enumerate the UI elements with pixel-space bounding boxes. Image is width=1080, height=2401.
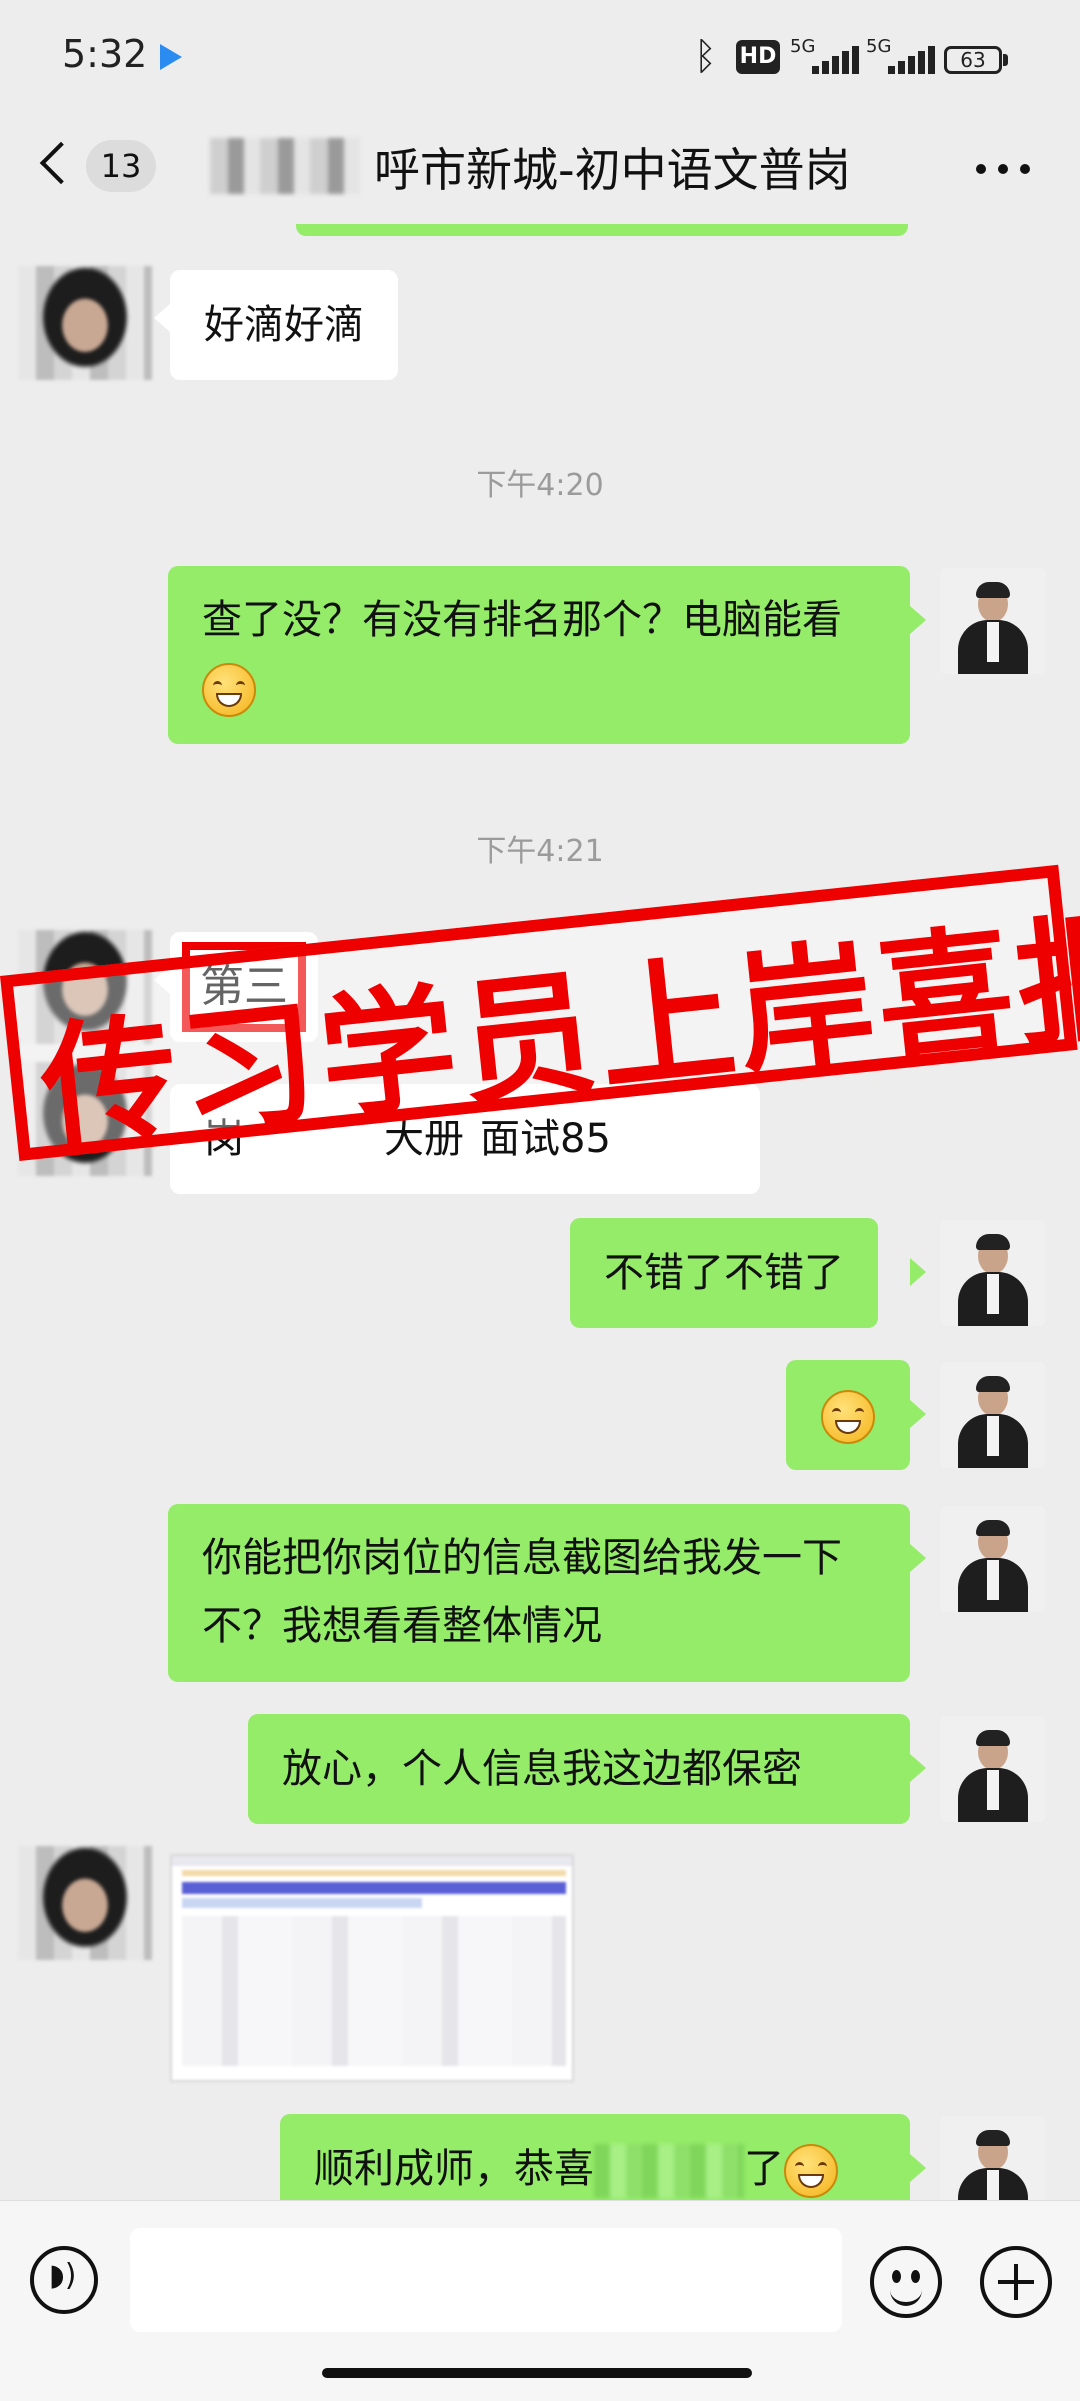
message-bubble-sent[interactable] (786, 1360, 910, 1470)
bubble-tail (910, 1258, 926, 1286)
hd-voice-icon: HD (736, 40, 780, 74)
chat-title: 呼市新城-初中语文普岗 (374, 143, 851, 197)
contact-avatar[interactable] (18, 266, 152, 380)
contact-avatar[interactable] (18, 1846, 152, 1960)
blurred-contact-name (210, 138, 360, 194)
message-input[interactable] (130, 2228, 842, 2332)
status-bar: 5:32 ᛒ HD 5G 5G 63 (0, 0, 1080, 120)
play-store-icon (160, 44, 182, 70)
bubble-tail (910, 606, 926, 634)
timestamp: 下午4:20 (476, 468, 604, 503)
message-text: 查了没？有没有排名那个？电脑能看 (202, 597, 842, 643)
message-bubble-received[interactable]: 好滴好滴 (170, 270, 398, 380)
grin-emoji-icon (784, 2144, 838, 2198)
voice-icon[interactable] (30, 2246, 98, 2314)
self-avatar[interactable] (940, 1220, 1046, 1326)
message-bubble-sent[interactable]: 你能把你岗位的信息截图给我发一下不？我想看看整体情况 (168, 1504, 910, 1682)
message-text: 顺利成师，恭喜 (314, 2146, 594, 2192)
bubble-tail (154, 304, 170, 332)
battery-icon: 63 (944, 46, 1002, 74)
grin-emoji-icon (202, 663, 256, 717)
bluetooth-icon: ᛒ (694, 34, 717, 78)
message-bubble-sent[interactable]: 不错了不错了 (570, 1218, 878, 1328)
bubble-tail (910, 1544, 926, 1572)
message-bubble-sent[interactable]: 放心，个人信息我这边都保密 (248, 1714, 910, 1824)
bubble-tail (910, 1754, 926, 1782)
signal-icon (808, 46, 864, 74)
self-avatar[interactable] (940, 1362, 1046, 1468)
battery-tip (1003, 54, 1008, 66)
grin-emoji-icon (821, 1390, 875, 1444)
self-avatar[interactable] (940, 1716, 1046, 1822)
back-chevron-icon[interactable] (39, 141, 83, 185)
more-icon[interactable] (976, 164, 1032, 176)
bubble-tail (910, 1400, 926, 1428)
message-text: 了 (744, 2146, 784, 2192)
self-avatar[interactable] (940, 1506, 1046, 1612)
status-time: 5:32 (62, 32, 148, 76)
unread-count-badge[interactable]: 13 (86, 140, 156, 192)
plus-icon[interactable] (980, 2246, 1052, 2318)
message-bubble-sent[interactable]: 查了没？有没有排名那个？电脑能看 (168, 566, 910, 744)
self-avatar[interactable] (940, 568, 1046, 674)
home-indicator[interactable] (322, 2368, 752, 2378)
promo-stamp: 传习学员上岸喜报 (0, 853, 1080, 1170)
blurred-name (594, 2144, 744, 2198)
bubble-tail (910, 2154, 926, 2182)
timestamp: 下午4:21 (476, 834, 604, 869)
previous-message-bubble[interactable] (296, 224, 908, 236)
signal-icon-2 (884, 46, 940, 74)
screenshot-image-thumbnail[interactable] (170, 1854, 574, 2082)
emoji-icon[interactable] (870, 2246, 942, 2318)
